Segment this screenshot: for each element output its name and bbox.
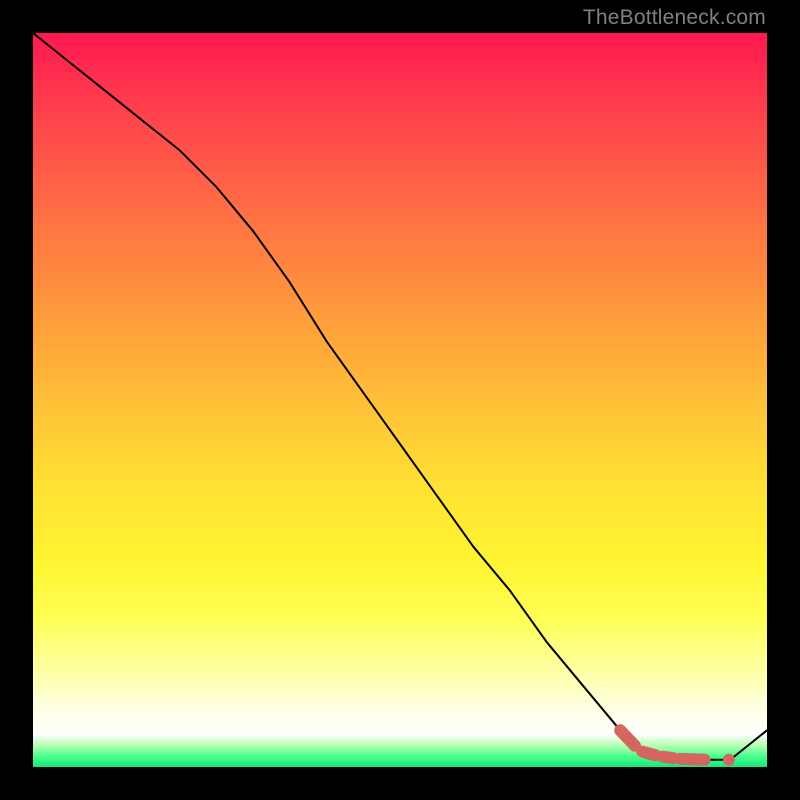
highlight-segment bbox=[620, 730, 635, 745]
highlight-segment bbox=[642, 752, 655, 756]
highlight-dot bbox=[723, 754, 735, 766]
highlight-segment bbox=[680, 759, 704, 760]
chart-frame: TheBottleneck.com bbox=[0, 0, 800, 800]
chart-overlay bbox=[33, 33, 767, 767]
highlight-segment bbox=[663, 757, 673, 759]
watermark-label: TheBottleneck.com bbox=[583, 6, 766, 30]
main-curve-line bbox=[33, 33, 767, 760]
